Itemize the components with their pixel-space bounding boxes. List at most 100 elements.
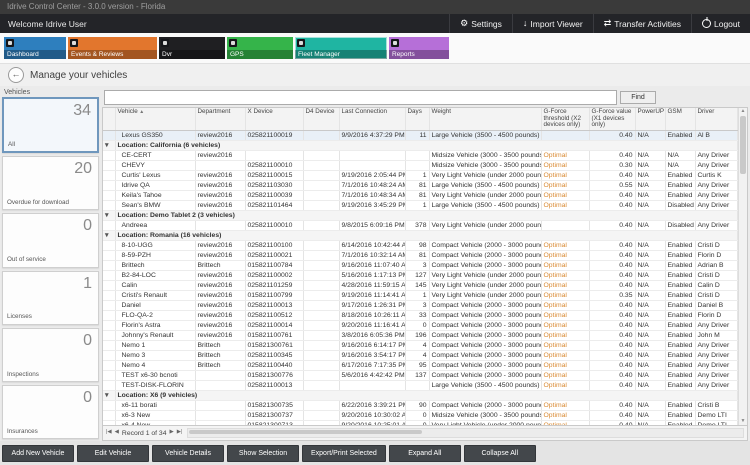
vehicle-row[interactable]: Sean's BMW review2016 025821101464 9/19/201… [103,200,738,211]
vehicle-filter-all[interactable]: 34 All [2,97,99,154]
vehicle-row[interactable]: Nemo 3 Brittech 025821100345 9/16/2016 3:54… [103,350,738,361]
tab-events-reviews[interactable]: Events & Reviews [68,37,157,59]
prev-record-button[interactable]: ◀ [115,430,119,436]
vehicle-row[interactable]: TEST-DISK-FLORIN 025821100013 Large Vehicl… [103,380,738,391]
tab-dashboard[interactable]: Dashboard [4,37,66,59]
vehicle-row[interactable]: x6-4 New 015821300713 9/20/2016 10:25:01 A… [103,420,738,425]
column-header-weight[interactable]: Weight [429,108,542,131]
vehicle-filter-licenses[interactable]: 1 Licenses [2,270,99,325]
column-header-x-device[interactable]: X Device [245,108,304,131]
edit-vehicle-button[interactable]: Edit Vehicle [77,444,149,462]
vehicle-row[interactable]: Cristi's Renault review2016 015821100799 9/… [103,290,738,301]
export-print-selected-button[interactable]: Export/Print Selected [302,444,386,462]
cell-days: 196 [405,330,430,341]
vehicle-row[interactable]: Florin's Astra review2016 025821100014 9/20… [103,320,738,331]
column-header-powerup[interactable]: PowerUP [635,108,666,131]
vehicle-row[interactable]: TEST x6-30 bcnoti 015821300776 5/6/2016 4:… [103,370,738,381]
find-button[interactable]: Find [620,91,656,104]
vehicle-row[interactable]: x6-11 borati 015821300735 6/22/2016 3:39:2… [103,400,738,411]
tab-fleet-manager[interactable]: Fleet Manager [295,37,387,59]
horizontal-scrollbar[interactable] [187,428,744,438]
vehicle-row[interactable]: Curtis' Lexus review2016 025821100015 9/19/… [103,170,738,181]
cell-weight: Very Light Vehicle (under 2000 pounds) [429,280,542,291]
vehicle-row[interactable]: x6-3 New 015821300737 9/20/2016 10:30:02 A… [103,410,738,421]
vehicle-row[interactable]: Keila's Tahoe review2016 025821100039 7/1/2… [103,190,738,201]
last-record-button[interactable]: ▶| [177,430,183,436]
column-header-last-connection[interactable]: Last Connection [339,108,406,131]
transfer-activities-button[interactable]: ⇄ Transfer Activities [592,14,691,33]
group-row[interactable]: ▾ Location: Demo Tablet 2 (3 vehicles) [103,210,738,221]
column-header-gforce-threshold[interactable]: G-Force threshold (X2 devices only) [541,108,590,131]
sort-asc-icon: ▲ [137,109,145,115]
column-header-vehicle[interactable]: Vehicle ▲ [115,108,196,131]
add-new-vehicle-button[interactable]: Add New Vehicle [2,444,74,462]
cell-driver: Adrian B [695,260,738,271]
vehicle-row[interactable]: Calin review2016 025821101259 4/28/2016 11:… [103,280,738,291]
cell-last-connection: 8/18/2016 10:26:11 AM [339,310,406,321]
vehicle-row[interactable]: B2-84-LOC review2016 025821100002 5/16/2016… [103,270,738,281]
scroll-down-icon[interactable]: ▼ [741,419,746,424]
column-header-department[interactable]: Department [195,108,246,131]
vehicle-row[interactable]: 8-59-PZH review2016 025821100021 7/1/2016 1… [103,250,738,261]
vehicle-row[interactable]: Idrive QA review2016 025821103030 7/1/2016 … [103,180,738,191]
vehicle-row[interactable]: CE-CERT review2016 Midsize Vehicle (3000 -… [103,150,738,161]
collapse-group-icon[interactable]: ▾ [105,142,109,149]
column-header-gsm[interactable]: GSM [665,108,696,131]
vehicle-row[interactable]: FLO-QA-2 review2016 025821100512 8/18/2016 … [103,310,738,321]
tab-gps[interactable]: GPS [227,37,293,59]
vehicle-row[interactable]: Nemo 4 Brittech 025821100440 6/17/2016 7:17… [103,360,738,371]
vehicle-row[interactable]: Nemo 1 Brittech 015821300761 9/16/2016 6:14… [103,340,738,351]
logout-button[interactable]: Logout [691,14,750,33]
vehicle-row[interactable]: CHEVY 025821100010 Midsize Vehicle (3000 -… [103,160,738,171]
column-header-d4-device[interactable]: D4 Device [303,108,340,131]
cell-gforce-value: 0.40 [589,170,636,181]
collapse-group-icon[interactable]: ▾ [105,392,109,399]
cell-gforce-threshold: Optimal [541,160,590,171]
vehicle-row[interactable]: Brittech Brittech 015821100784 9/16/2016 11… [103,260,738,271]
column-header-gforce-value[interactable]: G-Force value (X1 devices only) [589,108,636,131]
cell-days [405,160,430,171]
import-viewer-button[interactable]: ↓ Import Viewer [511,14,593,33]
vehicle-row[interactable]: Daniel review2016 025821100013 9/17/2016 1:… [103,300,738,311]
collapse-all-button[interactable]: Collapse All [463,444,536,462]
vertical-scrollbar[interactable]: ▲ ▼ [738,108,747,425]
cell-driver: Any Driver [695,360,738,371]
collapse-group-icon[interactable]: ▾ [105,232,109,239]
tab-reports[interactable]: Reports [389,37,449,59]
cell-last-connection: 9/8/2015 6:09:16 PM [339,220,406,231]
collapse-group-icon[interactable]: ▾ [105,212,109,219]
cell-days: 3 [405,260,430,271]
group-row[interactable]: ▾ Location: Romania (16 vehicles) [103,230,738,241]
first-record-button[interactable]: |◀ [106,430,112,436]
vehicle-row[interactable]: Andreea 025821100010 9/8/2015 6:09:16 PM 37… [103,220,738,231]
cell-gsm: Enabled [665,370,696,381]
hscroll-thumb[interactable] [189,430,423,434]
vehicle-details-button[interactable]: Vehicle Details [152,444,224,462]
vehicle-filter-inspections[interactable]: 0 Inspections [2,327,99,382]
show-selection-button[interactable]: Show Selection [227,444,299,462]
expand-cell [103,310,116,321]
vehicle-row[interactable]: Lexus GS350 review2016 025821100019 9/9/201… [103,130,738,141]
tab-label: Events & Reviews [68,50,157,59]
vehicle-filter-insurances[interactable]: 0 Insurances [2,384,99,440]
vehicle-filter-out-of-service[interactable]: 0 Out of service [2,213,99,268]
back-button[interactable]: ← [8,67,24,83]
vscroll-thumb[interactable] [740,116,746,174]
vehicle-filter-overdue-for-download[interactable]: 20 Overdue for download [2,156,99,211]
scroll-up-icon[interactable]: ▲ [741,109,746,114]
vehicle-row[interactable]: 8-10-UGG review2016 025821100100 6/14/2016 … [103,240,738,251]
settings-button[interactable]: ⚙ Settings [449,14,512,33]
search-input[interactable] [104,90,617,105]
cell-x-device: 025821101464 [245,200,304,211]
group-row[interactable]: ▾ Location: California (6 vehicles) [103,140,738,151]
grid-footer: |◀ ◀ Record 1 of 34 ▶ ▶| [102,426,748,441]
cell-weight: Compact Vehicle (2000 - 3000 pounds) [429,320,542,331]
cell-gsm: Enabled [665,360,696,371]
column-header-days[interactable]: Days [405,108,430,131]
next-record-button[interactable]: ▶ [170,430,174,436]
group-row[interactable]: ▾ Location: X6 (9 vehicles) [103,390,738,401]
vehicle-row[interactable]: Johnny's Renault review2016 015821100761 3/… [103,330,738,341]
tab-dvr[interactable]: Dvr [159,37,225,59]
column-header-driver[interactable]: Driver [695,108,738,131]
expand-all-button[interactable]: Expand All [388,444,461,462]
